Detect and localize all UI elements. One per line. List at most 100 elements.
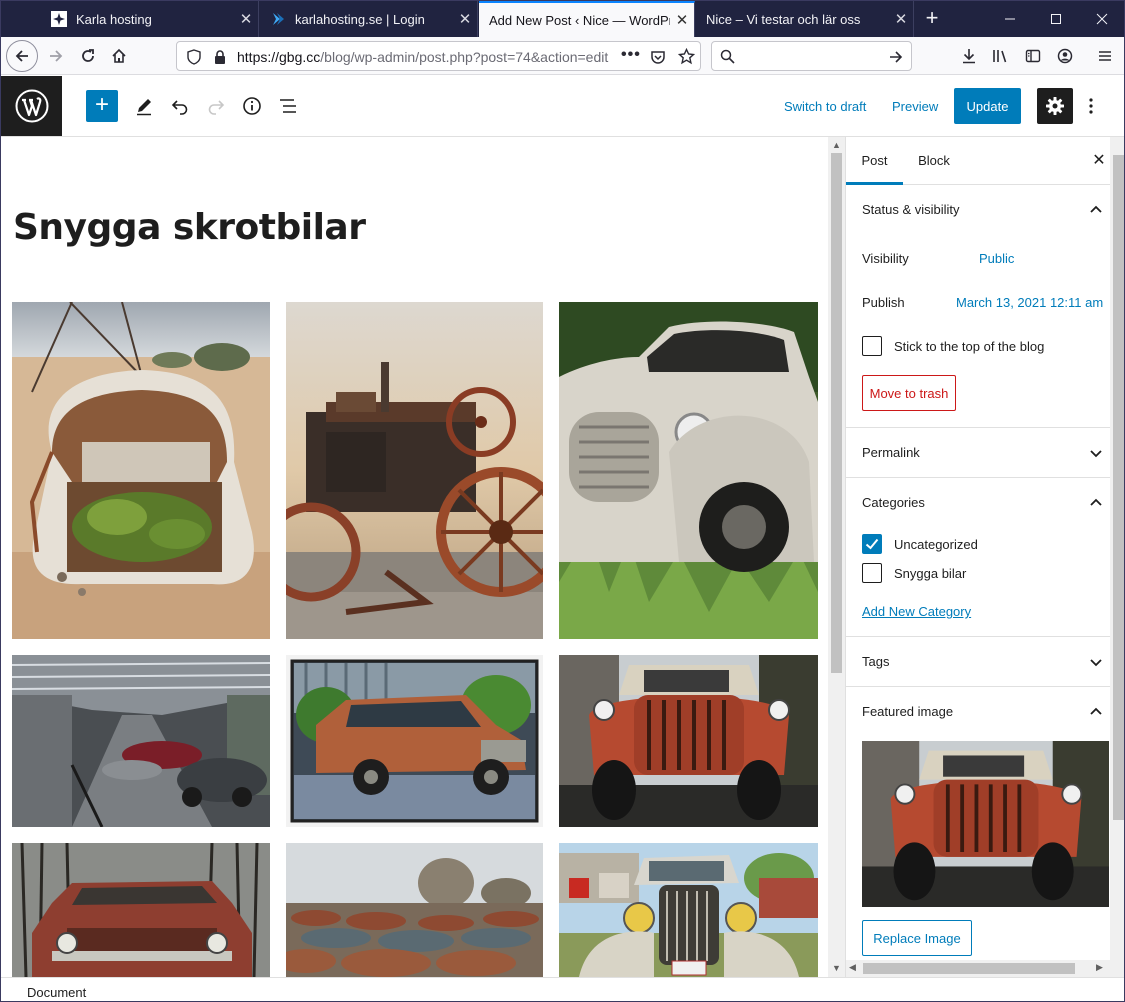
add-new-category-link[interactable]: Add New Category — [862, 604, 971, 619]
sidebar-horizontal-scrollbar[interactable]: ◀ ▶ — [846, 960, 1110, 977]
settings-button[interactable] — [1037, 88, 1073, 124]
panel-status-visibility[interactable]: Status & visibility — [846, 185, 1110, 235]
search-input[interactable] — [742, 47, 882, 65]
lock-icon[interactable] — [213, 49, 227, 65]
scrollbar-thumb[interactable] — [1113, 155, 1124, 820]
sticky-label[interactable]: Stick to the top of the blog — [894, 339, 1044, 354]
account-button[interactable] — [1050, 41, 1080, 71]
hamburger-icon — [1099, 51, 1111, 61]
library-icon — [993, 50, 1007, 63]
gallery-image-red-truck-front[interactable] — [559, 655, 818, 827]
gallery-image-red-pickup[interactable] — [12, 843, 270, 977]
pocket-icon[interactable] — [650, 49, 666, 65]
bookmark-star-icon[interactable] — [678, 48, 695, 65]
shield-icon[interactable] — [187, 49, 201, 65]
category-checkbox-snygga-bilar[interactable] — [862, 563, 882, 583]
chevron-down-icon — [1090, 450, 1102, 458]
redo-button[interactable] — [200, 90, 232, 122]
scrollbar-thumb[interactable] — [831, 153, 842, 673]
tab-post[interactable]: Post — [846, 137, 903, 185]
search-bar[interactable] — [711, 41, 912, 71]
close-tab-icon[interactable]: ✕ — [453, 10, 477, 28]
close-window-button[interactable] — [1079, 1, 1124, 37]
close-sidebar-icon[interactable]: ✕ — [1089, 151, 1109, 171]
browser-window: Karla hosting ✕ karlahosting.se | Login … — [0, 0, 1125, 1002]
switch-to-draft-button[interactable]: Switch to draft — [784, 99, 866, 114]
panel-categories[interactable]: Categories — [846, 477, 1110, 527]
plus-icon: + — [94, 91, 109, 118]
pencil-icon — [137, 99, 151, 116]
sticky-checkbox[interactable] — [862, 336, 882, 356]
editor-scrollbar[interactable]: ▲ ▼ — [828, 137, 845, 977]
panel-featured-image[interactable]: Featured image — [846, 686, 1110, 736]
breadcrumb-document[interactable]: Document — [27, 985, 86, 1000]
category-label[interactable]: Snygga bilar — [894, 566, 966, 581]
replace-image-button[interactable]: Replace Image — [862, 920, 972, 956]
gallery-image-scrapyard[interactable] — [286, 843, 543, 977]
preview-button[interactable]: Preview — [892, 99, 938, 114]
undo-button[interactable] — [164, 90, 196, 122]
add-block-button[interactable]: + — [86, 90, 118, 122]
update-button[interactable]: Update — [954, 88, 1021, 124]
list-view-button[interactable] — [272, 90, 304, 122]
sidebar-toggle-button[interactable] — [1018, 41, 1048, 71]
new-tab-button[interactable]: + — [919, 6, 945, 32]
gallery-image-white-truck[interactable] — [559, 302, 818, 639]
move-to-trash-button[interactable]: Move to trash — [862, 375, 956, 411]
page-actions-icon[interactable]: ••• — [621, 46, 641, 64]
gallery-image-steam-tractor[interactable] — [286, 302, 543, 639]
category-checkbox-uncategorized[interactable] — [862, 534, 882, 554]
post-title[interactable]: Snygga skrotbilar — [13, 207, 366, 248]
edit-tools-button[interactable] — [128, 90, 160, 122]
details-button[interactable] — [236, 90, 268, 122]
chevron-up-icon — [1090, 205, 1102, 213]
scroll-down-icon[interactable]: ▼ — [831, 963, 842, 975]
home-button[interactable] — [104, 41, 134, 71]
close-tab-icon[interactable]: ✕ — [670, 11, 694, 29]
minimize-button[interactable] — [987, 1, 1033, 37]
menu-button[interactable] — [1090, 41, 1120, 71]
close-tab-icon[interactable]: ✕ — [234, 10, 258, 28]
karlahosting-login-favicon — [270, 11, 286, 27]
sidebar-scrollbar[interactable] — [1110, 137, 1124, 977]
panel-title: Status & visibility — [862, 202, 960, 217]
chevron-down-icon — [1090, 659, 1102, 667]
tab-add-new-post[interactable]: Add New Post ‹ Nice — WordPress ✕ — [479, 1, 695, 37]
tab-karlahosting-login[interactable]: karlahosting.se | Login ✕ — [260, 1, 478, 37]
gallery-image-car-museum[interactable] — [12, 655, 270, 827]
visibility-toggle[interactable]: Public — [979, 251, 1014, 266]
tab-nice-vi-testar[interactable]: Nice – Vi testar och lär oss ✕ — [696, 1, 914, 37]
wordpress-logo-button[interactable] — [1, 76, 62, 136]
forward-button[interactable] — [41, 41, 71, 71]
category-label[interactable]: Uncategorized — [894, 537, 978, 552]
scroll-right-icon[interactable]: ▶ — [1096, 962, 1103, 973]
scrollbar-thumb[interactable] — [863, 963, 1075, 974]
back-button[interactable] — [6, 40, 38, 72]
more-options-button[interactable] — [1081, 90, 1101, 122]
url-text: https://gbg.cc/blog/wp-admin/post.php?po… — [237, 49, 612, 65]
scroll-up-icon[interactable]: ▲ — [831, 140, 842, 152]
gallery-image-station-wagon[interactable] — [286, 655, 543, 827]
reload-button[interactable] — [73, 41, 103, 71]
panel-permalink[interactable]: Permalink — [846, 427, 1110, 477]
close-tab-icon[interactable]: ✕ — [889, 10, 913, 28]
panel-title: Categories — [862, 495, 925, 510]
publish-date-toggle[interactable]: March 13, 2021 12:11 am — [956, 295, 1103, 310]
arrow-right-icon[interactable] — [888, 49, 904, 65]
publish-label: Publish — [862, 295, 905, 310]
scroll-left-icon[interactable]: ◀ — [849, 962, 856, 973]
download-icon — [963, 49, 975, 64]
library-button[interactable] — [986, 41, 1016, 71]
downloads-button[interactable] — [954, 41, 984, 71]
url-bar[interactable]: https://gbg.cc/blog/wp-admin/post.php?po… — [176, 41, 701, 71]
featured-image-preview[interactable] — [862, 741, 1109, 907]
panel-tags[interactable]: Tags — [846, 636, 1110, 686]
tab-block[interactable]: Block — [908, 137, 960, 185]
maximize-button[interactable] — [1033, 1, 1079, 37]
gear-icon — [1046, 97, 1064, 115]
gallery-image-vintage-car[interactable] — [559, 843, 818, 977]
gallery-image-rusted-beetle[interactable] — [12, 302, 270, 639]
checkmark-icon — [865, 538, 879, 550]
tab-karla-hosting[interactable]: Karla hosting ✕ — [41, 1, 259, 37]
sidebar-icon — [1025, 49, 1041, 63]
